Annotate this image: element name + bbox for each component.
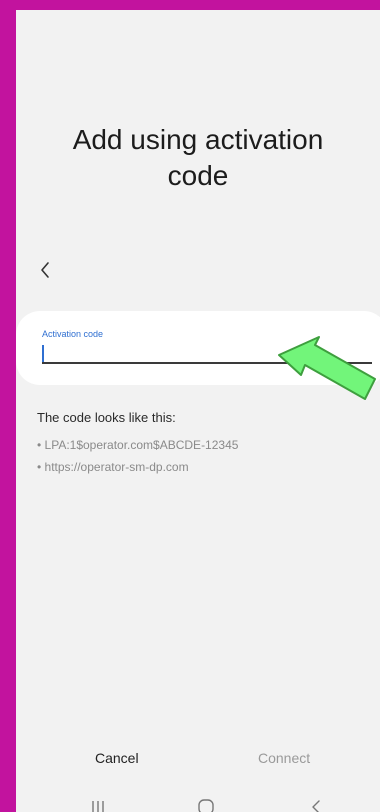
recent-apps-button[interactable] [86, 798, 110, 812]
text-cursor [42, 345, 44, 363]
hint-example-url: • https://operator-sm-dp.com [37, 460, 189, 474]
connect-button[interactable]: Connect [258, 750, 310, 766]
system-navigation-bar [16, 794, 380, 812]
page-title-line2: code [167, 160, 229, 191]
hint-example-lpa: • LPA:1$operator.com$ABCDE-12345 [37, 438, 239, 452]
page-title: Add using activation code [16, 122, 380, 194]
annotation-arrow-icon [278, 336, 376, 400]
recent-apps-icon [92, 801, 104, 812]
phone-screen: Add using activation code Activation cod… [16, 10, 380, 812]
hint-title: The code looks like this: [37, 410, 176, 425]
page-title-line1: Add using activation [72, 124, 324, 155]
nav-back-button[interactable] [304, 798, 328, 812]
chevron-left-icon [41, 262, 49, 278]
activation-code-label: Activation code [42, 329, 104, 339]
home-button[interactable] [194, 798, 218, 812]
cancel-button[interactable]: Cancel [95, 750, 139, 766]
home-icon [198, 799, 214, 812]
nav-back-icon [312, 800, 320, 812]
back-button[interactable] [34, 258, 58, 282]
